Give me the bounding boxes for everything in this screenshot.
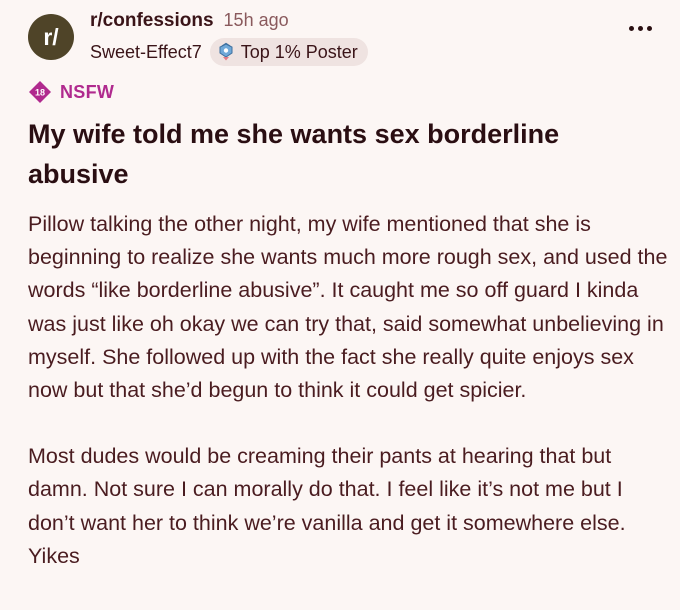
post-meta-top: r/confessions 15h ago bbox=[90, 10, 289, 32]
post-paragraph: Most dudes would be creaming their pants… bbox=[28, 444, 626, 568]
nsfw-label: NSFW bbox=[60, 81, 115, 102]
post-title[interactable]: My wife told me she wants sex borderline… bbox=[28, 114, 658, 194]
nsfw-badge-icon: 18 bbox=[29, 81, 51, 103]
user-flair: Top 1% Poster bbox=[209, 38, 368, 66]
author-link[interactable]: Sweet-Effect7 bbox=[90, 42, 202, 63]
subreddit-avatar-icon[interactable]: r/ bbox=[28, 14, 74, 60]
top-poster-badge-icon bbox=[219, 42, 233, 61]
svg-text:r/: r/ bbox=[43, 24, 59, 50]
nsfw-tag: 18 NSFW bbox=[28, 80, 114, 104]
subreddit-link[interactable]: r/confessions bbox=[90, 10, 214, 32]
more-options-icon[interactable] bbox=[629, 26, 652, 31]
post-header: r/ r/confessions 15h ago Sweet-Effect7 T… bbox=[28, 10, 658, 66]
post-paragraph: Pillow talking the other night, my wife … bbox=[28, 212, 668, 403]
post-body: Pillow talking the other night, my wife … bbox=[28, 208, 668, 573]
post-meta-bottom: Sweet-Effect7 Top 1% Poster bbox=[90, 38, 368, 66]
flair-label: Top 1% Poster bbox=[240, 41, 358, 62]
svg-text:18: 18 bbox=[35, 88, 45, 98]
post-timestamp: 15h ago bbox=[223, 10, 289, 30]
